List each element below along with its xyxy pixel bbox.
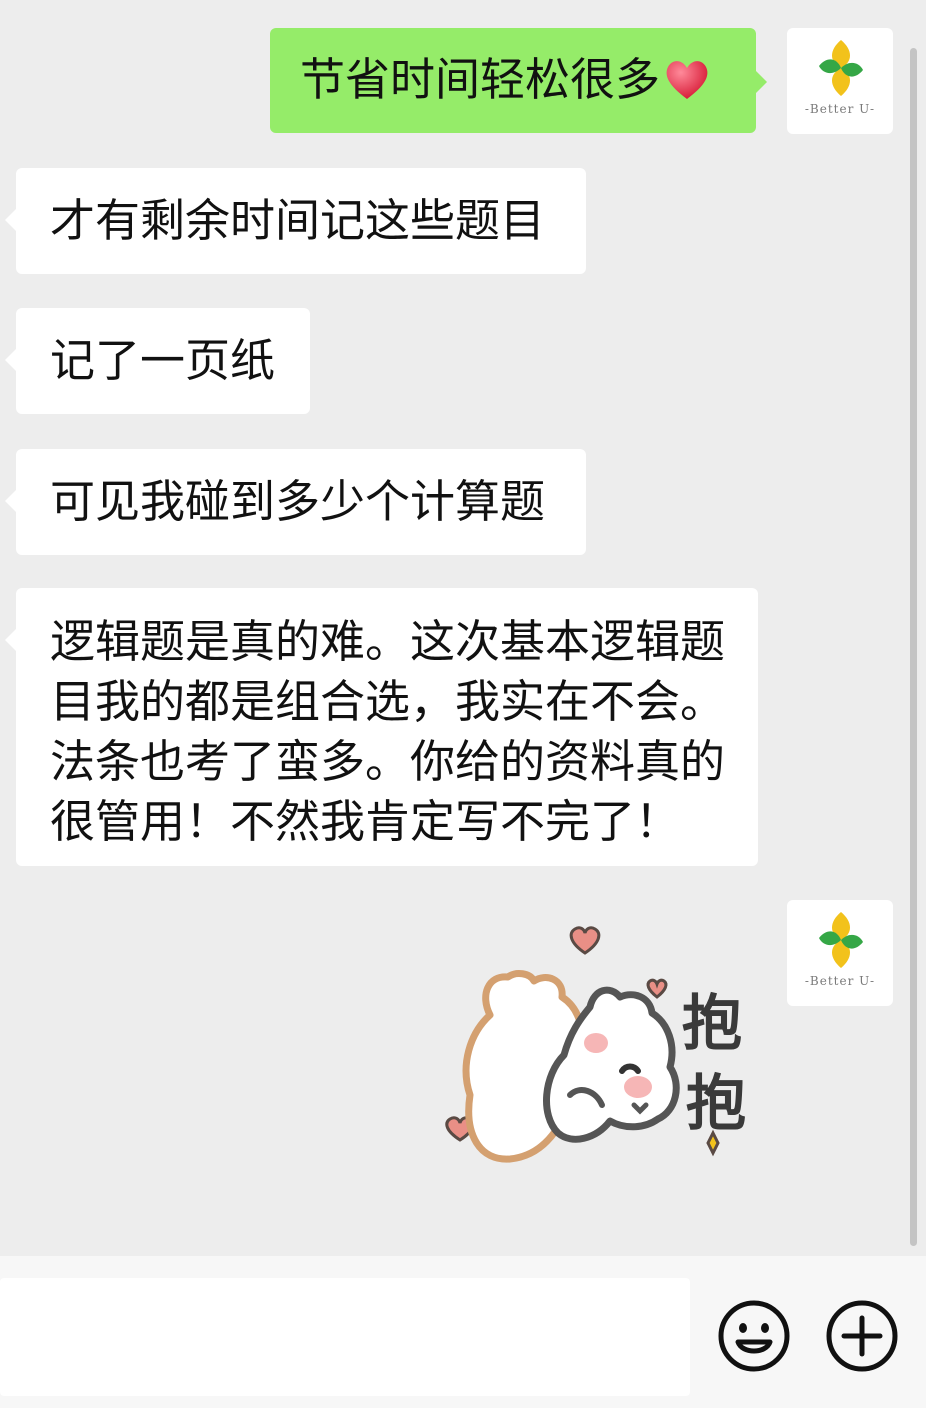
- chat-area[interactable]: -Better U- 节省时间轻松很多 才有剩余时间记这些题目 记了一页纸 可见…: [0, 0, 926, 1256]
- sticker-text: 抱: [686, 1069, 746, 1139]
- heart-icon: [646, 978, 668, 999]
- message-text: 才有剩余时间记这些题目: [50, 194, 546, 247]
- heart-icon: [666, 61, 708, 99]
- logo-icon: [819, 912, 863, 968]
- message-input[interactable]: [0, 1278, 690, 1396]
- message-bubble-incoming[interactable]: 逻辑题是真的难。这次基本逻辑题 目我的都是组合选，我实在不会。 法条也考了蛮多。…: [5, 588, 758, 866]
- message-text: 记了一页纸: [50, 334, 276, 387]
- plus-icon: [826, 1300, 898, 1372]
- heart-icon: [569, 926, 601, 955]
- message-text-line: 很管用！不然我肯定写不完了！: [50, 795, 681, 848]
- sticker-text: 抱: [682, 989, 742, 1059]
- message-bubble-incoming[interactable]: 记了一页纸: [5, 308, 310, 414]
- message-text: 可见我碰到多少个计算题: [50, 475, 546, 528]
- scrollbar[interactable]: [910, 48, 917, 1246]
- message-text-line: 逻辑题是真的难。这次基本逻辑题: [50, 615, 726, 668]
- message-bubble-incoming[interactable]: 可见我碰到多少个计算题: [5, 449, 586, 555]
- contact-avatar[interactable]: -Better U-: [787, 28, 893, 134]
- message-text-line: 目我的都是组合选，我实在不会。: [50, 675, 726, 728]
- input-bar: [0, 1256, 926, 1408]
- message-text: 节省时间轻松很多: [300, 53, 661, 106]
- emoji-button[interactable]: [716, 1298, 792, 1374]
- avatar-brand-text: -Better U-: [804, 974, 876, 988]
- hug-sticker[interactable]: 抱 抱: [420, 915, 770, 1175]
- avatar-brand-text: -Better U-: [804, 102, 876, 116]
- logo-icon: [819, 40, 863, 96]
- emoji-icon: [718, 1300, 790, 1372]
- more-button[interactable]: [824, 1298, 900, 1374]
- contact-avatar[interactable]: -Better U-: [787, 900, 893, 1006]
- message-bubble-outgoing[interactable]: 节省时间轻松很多: [270, 28, 767, 133]
- message-text-line: 法条也考了蛮多。你给的资料真的: [50, 735, 726, 788]
- message-bubble-incoming[interactable]: 才有剩余时间记这些题目: [5, 168, 586, 274]
